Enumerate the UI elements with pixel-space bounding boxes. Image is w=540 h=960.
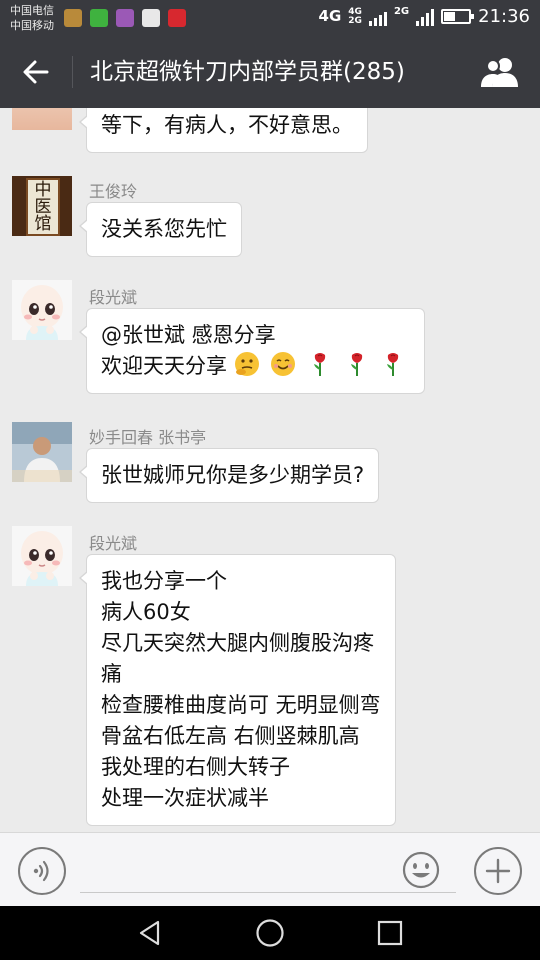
message-text: 痛 — [101, 662, 122, 686]
emoji-button[interactable] — [402, 851, 440, 889]
message-input[interactable] — [80, 847, 456, 893]
gallery-notification-icon — [64, 9, 82, 27]
avatar[interactable] — [12, 526, 72, 586]
avatar-image: 中医馆 — [12, 176, 72, 236]
battery-icon — [441, 9, 475, 24]
group-members-button[interactable] — [478, 52, 522, 92]
carrier-1: 中国电信 — [10, 4, 54, 17]
plus-icon — [485, 858, 511, 884]
sender-name: 妙手回春 张书亭 — [89, 428, 207, 447]
title-divider — [72, 56, 73, 88]
rose-emoji — [350, 353, 362, 376]
clock: 21:36 — [478, 6, 530, 27]
avatar[interactable] — [12, 280, 72, 340]
message-text: 欢迎天天分享 — [101, 354, 227, 378]
carrier-info: 中国电信 中国移动 — [10, 3, 54, 33]
sender-name: 段光斌 — [89, 534, 138, 553]
voice-button[interactable] — [18, 847, 66, 895]
message-text: 骨盆右低左高 右侧竖棘肌高 — [101, 724, 360, 748]
nav-recents-button[interactable] — [370, 913, 410, 953]
message-text: 我处理的右侧大转子 — [101, 755, 290, 779]
avatar[interactable]: 中医馆 — [12, 176, 72, 236]
dual-network-label: 4G 2G — [348, 7, 362, 26]
square-recents-icon — [377, 920, 403, 946]
emoji-icon — [402, 851, 440, 889]
message-bubble[interactable]: 没关系您先忙 — [79, 202, 242, 257]
photos-notification-icon — [116, 9, 134, 27]
photo-avatar-image — [12, 422, 72, 482]
message-text: 没关系您先忙 — [101, 217, 227, 241]
smiling-face-emoji — [271, 352, 296, 376]
avatar[interactable] — [12, 422, 72, 482]
notification-icons — [64, 9, 186, 27]
wechat-notification-icon — [90, 9, 108, 27]
message-bubble[interactable]: 我也分享一个 病人60女 尽几天突然大腿内侧腹股沟疼 痛 检查腰椎曲度尚可 无明… — [79, 554, 396, 826]
status-right: 4G 4G 2G 2G 21:36 — [319, 6, 530, 27]
message-text: 等下，有病人，不好意思。 — [101, 113, 353, 137]
more-options-button[interactable] — [474, 847, 522, 895]
nav-back-button[interactable] — [130, 913, 170, 953]
cartoon-avatar-image — [12, 280, 72, 340]
message-text: 尽几天突然大腿内侧腹股沟疼 — [101, 631, 374, 655]
status-bar: 中国电信 中国移动 4G 4G 2G 2G 21:36 — [0, 0, 540, 36]
thinking-face-emoji — [234, 352, 259, 376]
back-button[interactable] — [14, 50, 58, 94]
avatar-image — [12, 108, 72, 130]
message-bubble[interactable]: @张世斌 感恩分享 欢迎天天分享 — [78, 308, 426, 394]
sender-name: 段光斌 — [89, 288, 138, 307]
message-bubble[interactable]: 等下，有病人，不好意思。 — [79, 108, 368, 153]
rose-emoji — [314, 353, 326, 376]
signal-icon-2 — [416, 8, 435, 26]
avatar-sign: 中医馆 — [26, 178, 60, 236]
message-bubble[interactable]: 张世娍师兄你是多少期学员? — [78, 448, 380, 503]
cartoon-avatar-image — [12, 526, 72, 586]
signal-icon — [368, 8, 387, 26]
network-type-3: 2G — [393, 6, 410, 17]
arrow-left-icon — [23, 60, 49, 84]
title-bar: 北京超微针刀内部学员群(285) — [0, 36, 540, 108]
rose-emoji — [387, 353, 399, 376]
message-text: 处理一次症状减半 — [101, 786, 269, 810]
message-text: 我也分享一个 — [101, 569, 227, 593]
sender-name: 王俊玲 — [89, 182, 138, 201]
chat-message-list[interactable]: 等下，有病人，不好意思。 中医馆 王俊玲 没关系您先忙 段光斌 @张世斌 感恩分… — [0, 108, 540, 832]
message-text-with-emoji: 欢迎天天分享 — [101, 351, 410, 382]
message-text: 张世娍师兄你是多少期学员? — [101, 463, 365, 487]
voice-icon — [33, 860, 49, 882]
avatar[interactable] — [12, 108, 72, 130]
nav-home-button[interactable] — [250, 913, 290, 953]
chat-title: 北京超微针刀内部学员群(285) — [90, 59, 405, 85]
chat-input-bar — [0, 832, 540, 906]
network-type-1: 4G — [318, 7, 342, 25]
qq-notification-icon — [142, 9, 160, 27]
system-navigation-bar — [0, 906, 540, 960]
message-text: 病人60女 — [101, 600, 191, 624]
network-type-2b: 2G — [348, 15, 362, 26]
group-members-icon — [481, 58, 518, 87]
battery-level — [444, 12, 455, 21]
message-text: 检查腰椎曲度尚可 无明显侧弯 — [101, 693, 381, 717]
triangle-back-icon — [139, 920, 160, 946]
circle-home-icon — [256, 919, 284, 947]
avatar-sign-text: 中医馆 — [34, 180, 52, 234]
carrier-2: 中国移动 — [10, 19, 54, 32]
huawei-notification-icon — [168, 9, 186, 27]
message-text: @张世斌 感恩分享 — [101, 323, 276, 347]
